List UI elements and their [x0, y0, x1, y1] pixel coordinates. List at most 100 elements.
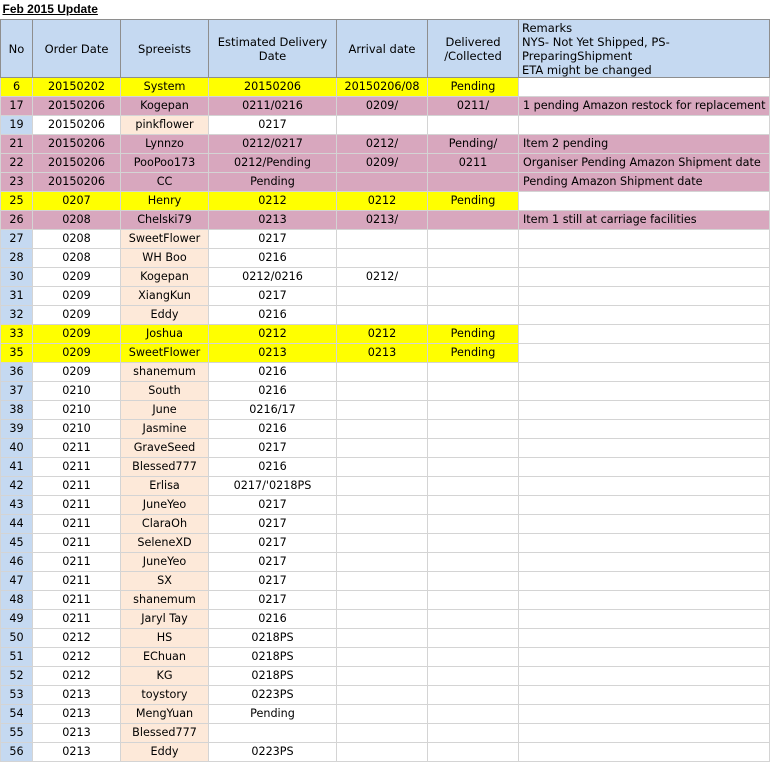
cell-delivered[interactable]: Pending [427, 324, 519, 344]
cell-estimated-delivery[interactable]: 0217 [208, 571, 337, 591]
cell-order-date[interactable]: 0208 [32, 248, 121, 268]
cell-remark[interactable] [517, 400, 770, 420]
cell-arrival-date[interactable]: 0213/ [336, 210, 428, 230]
cell-estimated-delivery[interactable]: 0217 [208, 533, 337, 553]
cell-order-date[interactable]: 20150202 [32, 77, 121, 97]
cell-order-date[interactable]: 20150206 [32, 134, 121, 154]
cell-order-date[interactable]: 0212 [32, 647, 121, 667]
cell-no[interactable]: 21 [0, 134, 33, 154]
cell-delivered[interactable] [427, 495, 519, 515]
cell-spreeist[interactable]: HS [120, 628, 209, 648]
sheet-title-cell[interactable]: Feb 2015 Update [1, 0, 770, 20]
cell-estimated-delivery[interactable]: 0216/17 [208, 400, 337, 420]
cell-no[interactable]: 35 [0, 343, 33, 363]
cell-estimated-delivery[interactable]: 0217 [208, 438, 337, 458]
cell-no[interactable]: 30 [0, 267, 33, 287]
cell-delivered[interactable] [427, 267, 519, 287]
cell-estimated-delivery[interactable]: 0217 [208, 115, 337, 135]
cell-order-date[interactable]: 0210 [32, 419, 121, 439]
cell-remark[interactable] [517, 723, 770, 743]
cell-remark[interactable] [517, 324, 770, 344]
cell-arrival-date[interactable] [336, 571, 428, 591]
cell-remark[interactable] [517, 381, 770, 401]
cell-order-date[interactable]: 0208 [32, 210, 121, 230]
cell-no[interactable]: 54 [0, 704, 33, 724]
cell-spreeist[interactable]: June [120, 400, 209, 420]
cell-estimated-delivery[interactable]: 0212 [208, 191, 337, 211]
cell-arrival-date[interactable] [336, 495, 428, 515]
cell-remark[interactable] [517, 571, 770, 591]
cell-arrival-date[interactable] [336, 400, 428, 420]
cell-spreeist[interactable]: ClaraOh [120, 514, 209, 534]
header-order-date[interactable]: Order Date [32, 19, 121, 78]
cell-order-date[interactable]: 0211 [32, 476, 121, 496]
cell-delivered[interactable] [427, 685, 519, 705]
cell-arrival-date[interactable] [336, 476, 428, 496]
cell-arrival-date[interactable]: 0212 [336, 324, 428, 344]
cell-no[interactable]: 50 [0, 628, 33, 648]
cell-delivered[interactable] [427, 305, 519, 325]
cell-no[interactable]: 19 [0, 115, 33, 135]
cell-arrival-date[interactable]: 0209/ [336, 153, 428, 173]
cell-delivered[interactable] [427, 666, 519, 686]
header-arrival-date[interactable]: Arrival date [336, 19, 428, 78]
cell-arrival-date[interactable]: 0209/ [336, 96, 428, 116]
cell-remark[interactable] [517, 438, 770, 458]
cell-estimated-delivery[interactable]: 0216 [208, 362, 337, 382]
cell-no[interactable]: 6 [0, 77, 33, 97]
cell-spreeist[interactable]: Blessed777 [120, 457, 209, 477]
cell-arrival-date[interactable]: 0213 [336, 343, 428, 363]
cell-no[interactable]: 37 [0, 381, 33, 401]
cell-delivered[interactable] [427, 400, 519, 420]
cell-delivered[interactable]: 0211/ [427, 96, 519, 116]
cell-estimated-delivery[interactable]: 0216 [208, 457, 337, 477]
header-spreeists[interactable]: Spreeists [120, 19, 209, 78]
cell-spreeist[interactable]: shanemum [120, 590, 209, 610]
cell-spreeist[interactable]: Joshua [120, 324, 209, 344]
cell-order-date[interactable]: 0210 [32, 400, 121, 420]
cell-spreeist[interactable]: MengYuan [120, 704, 209, 724]
cell-spreeist[interactable]: Henry [120, 191, 209, 211]
cell-spreeist[interactable]: Jasmine [120, 419, 209, 439]
cell-remark[interactable]: Pending Amazon Shipment date [517, 172, 770, 192]
cell-spreeist[interactable]: shanemum [120, 362, 209, 382]
cell-spreeist[interactable]: XiangKun [120, 286, 209, 306]
cell-arrival-date[interactable]: 0212/ [336, 134, 428, 154]
cell-estimated-delivery[interactable]: 20150206 [208, 77, 337, 97]
cell-order-date[interactable]: 0207 [32, 191, 121, 211]
cell-spreeist[interactable]: JuneYeo [120, 552, 209, 572]
cell-arrival-date[interactable] [336, 685, 428, 705]
cell-delivered[interactable] [427, 419, 519, 439]
cell-remark[interactable] [517, 457, 770, 477]
cell-estimated-delivery[interactable]: 0218PS [208, 647, 337, 667]
cell-estimated-delivery[interactable]: 0217 [208, 514, 337, 534]
cell-spreeist[interactable]: KG [120, 666, 209, 686]
cell-delivered[interactable]: Pending [427, 191, 519, 211]
cell-estimated-delivery[interactable]: 0217 [208, 495, 337, 515]
header-no[interactable]: No [0, 19, 33, 78]
cell-spreeist[interactable]: Eddy [120, 742, 209, 762]
cell-spreeist[interactable]: SweetFlower [120, 229, 209, 249]
cell-delivered[interactable] [427, 286, 519, 306]
cell-remark[interactable] [517, 286, 770, 306]
cell-no[interactable]: 38 [0, 400, 33, 420]
cell-no[interactable]: 36 [0, 362, 33, 382]
cell-order-date[interactable]: 0209 [32, 343, 121, 363]
cell-arrival-date[interactable] [336, 552, 428, 572]
cell-delivered[interactable] [427, 742, 519, 762]
cell-arrival-date[interactable] [336, 172, 428, 192]
cell-delivered[interactable]: Pending/ [427, 134, 519, 154]
cell-remark[interactable] [517, 115, 770, 135]
cell-arrival-date[interactable] [336, 438, 428, 458]
cell-order-date[interactable]: 0209 [32, 267, 121, 287]
cell-estimated-delivery[interactable]: 0213 [208, 343, 337, 363]
cell-estimated-delivery[interactable]: 0217 [208, 286, 337, 306]
cell-order-date[interactable]: 0211 [32, 609, 121, 629]
cell-estimated-delivery[interactable]: 0212/0217 [208, 134, 337, 154]
header-delivered-collected[interactable]: Delivered /Collected [427, 19, 519, 78]
cell-estimated-delivery[interactable]: 0216 [208, 419, 337, 439]
cell-remark[interactable]: Item 1 still at carriage facilities [517, 210, 770, 230]
cell-order-date[interactable]: 0213 [32, 685, 121, 705]
cell-estimated-delivery[interactable]: 0217 [208, 552, 337, 572]
cell-order-date[interactable]: 20150206 [32, 96, 121, 116]
